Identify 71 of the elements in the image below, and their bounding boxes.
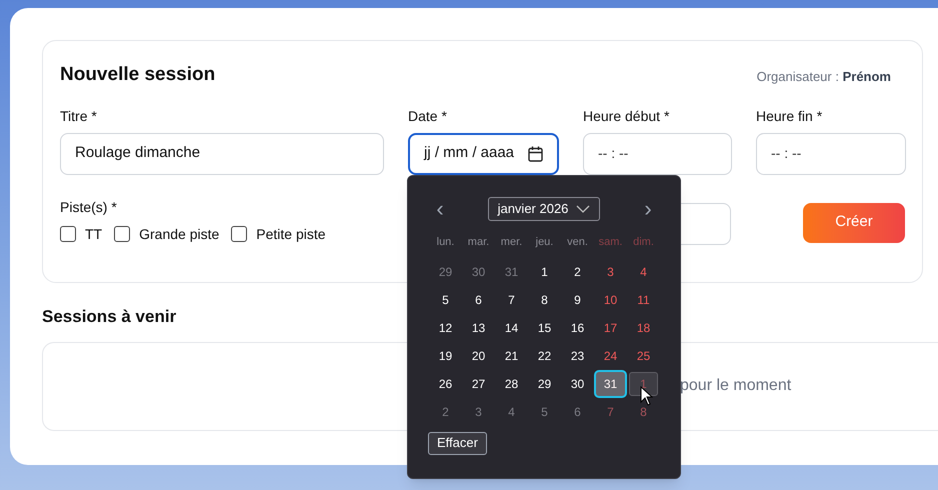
empty-state-text: pour le moment: [680, 376, 792, 396]
calendar-day[interactable]: 8: [530, 288, 559, 312]
weekday-label: sam.: [598, 235, 624, 250]
input-field[interactable]: Roulage dimanche: [60, 132, 384, 174]
checkbox[interactable]: [114, 226, 130, 242]
checkbox[interactable]: [231, 226, 248, 242]
calendar-day[interactable]: 20: [464, 344, 493, 368]
next-month-button[interactable]: ›: [641, 198, 655, 220]
previous-month-button[interactable]: ‹: [433, 198, 447, 220]
field-label: Titre *: [60, 106, 98, 126]
calendar-day[interactable]: 10: [596, 288, 625, 312]
calendar-day[interactable]: 3: [464, 400, 493, 424]
calendar-day[interactable]: 2: [563, 260, 592, 284]
weekday-label: jeu.: [534, 235, 554, 250]
date-field[interactable]: jj / mm / aaaa: [408, 132, 559, 174]
checkbox-label[interactable]: TT: [85, 224, 102, 244]
calendar-day[interactable]: 6: [464, 288, 493, 312]
calendar-day[interactable]: 7: [497, 288, 526, 312]
calendar-day[interactable]: 29: [431, 260, 460, 284]
calendar-day[interactable]: 19: [431, 344, 460, 368]
weekday-label: mar.: [466, 235, 490, 250]
calendar-day[interactable]: 5: [530, 400, 559, 424]
calendar-day[interactable]: 17: [596, 316, 625, 340]
calendar-day[interactable]: 5: [431, 288, 460, 312]
calendar-day[interactable]: 18: [629, 316, 658, 340]
weekday-label: ven.: [566, 235, 589, 250]
calendar-day[interactable]: 22: [530, 344, 559, 368]
chevron-down-icon: [576, 205, 590, 213]
mouse-cursor-icon: [640, 386, 653, 406]
calendar-day[interactable]: 28: [497, 372, 526, 396]
month-select[interactable]: janvier 2026: [488, 197, 600, 221]
calendar-day[interactable]: 27: [464, 372, 493, 396]
calendar-day[interactable]: 2: [431, 400, 460, 424]
field-label: Heure fin *: [756, 106, 824, 126]
clear-button[interactable]: Effacer: [428, 432, 487, 454]
calendar-day[interactable]: 4: [497, 400, 526, 424]
section-title: Sessions à venir: [42, 306, 176, 328]
calendar-day[interactable]: 30: [464, 260, 493, 284]
time-field[interactable]: -- : --: [756, 132, 906, 174]
calendar-day[interactable]: 31: [497, 260, 526, 284]
calendar-day[interactable]: 24: [596, 344, 625, 368]
weekday-label: mer.: [500, 235, 524, 250]
calendar-day[interactable]: 25: [629, 344, 658, 368]
checkbox[interactable]: [60, 226, 76, 242]
calendar-day[interactable]: 26: [431, 372, 460, 396]
organizer-text: Organisateur : Prénom: [756, 68, 891, 86]
checkbox-label[interactable]: Petite piste: [256, 224, 326, 244]
field-label: Piste(s) *: [60, 198, 118, 217]
calendar-day[interactable]: 15: [530, 316, 559, 340]
calendar-day[interactable]: 6: [563, 400, 592, 424]
field-label: Heure début *: [583, 106, 670, 126]
calendar-day[interactable]: 31: [596, 372, 625, 396]
calendar-day[interactable]: 16: [563, 316, 592, 340]
checkbox-label[interactable]: Grande piste: [139, 224, 220, 244]
calendar-day[interactable]: 12: [431, 316, 460, 340]
calendar-day[interactable]: 3: [596, 260, 625, 284]
calendar-icon: [528, 146, 543, 162]
calendar-day[interactable]: 13: [464, 316, 493, 340]
calendar-day[interactable]: 1: [530, 260, 559, 284]
calendar-day[interactable]: 14: [497, 316, 526, 340]
calendar-day[interactable]: 29: [530, 372, 559, 396]
calendar-day[interactable]: 30: [563, 372, 592, 396]
calendar-day[interactable]: 23: [563, 344, 592, 368]
weekday-label: dim.: [632, 235, 655, 250]
calendar-day[interactable]: 11: [629, 288, 658, 312]
calendar-day[interactable]: 21: [497, 344, 526, 368]
field-label: Date *: [408, 106, 448, 126]
form-title: Nouvelle session: [60, 63, 216, 87]
calendar-day[interactable]: 4: [629, 260, 658, 284]
weekday-label: lun.: [436, 235, 456, 250]
calendar-day[interactable]: 9: [563, 288, 592, 312]
